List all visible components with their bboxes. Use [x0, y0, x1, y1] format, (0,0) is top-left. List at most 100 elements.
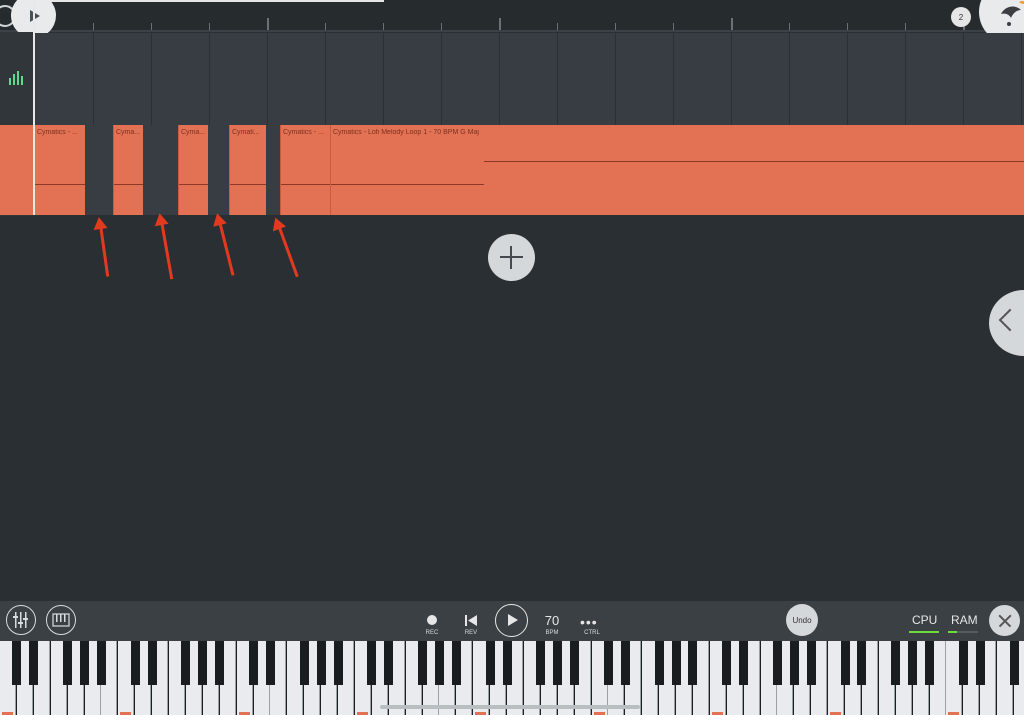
play-icon — [508, 614, 518, 626]
ruler-tick — [731, 18, 733, 30]
ruler-tick — [615, 23, 616, 30]
black-key[interactable] — [181, 641, 191, 685]
playhead[interactable] — [33, 0, 35, 215]
black-key[interactable] — [671, 641, 681, 685]
black-key[interactable] — [198, 641, 208, 685]
black-key[interactable] — [772, 641, 782, 685]
black-key[interactable] — [147, 641, 157, 685]
tempo-value[interactable]: 70 — [540, 613, 564, 628]
audio-clip[interactable]: Cymatics - ... — [34, 125, 86, 215]
mixer-button[interactable] — [6, 605, 36, 635]
play-button[interactable] — [495, 604, 528, 637]
black-key[interactable] — [925, 641, 934, 685]
plus-icon-stroke — [510, 246, 512, 269]
black-key[interactable] — [367, 641, 377, 685]
side-panel-toggle[interactable] — [989, 290, 1024, 356]
close-button[interactable] — [989, 605, 1020, 636]
timeline-ruler[interactable] — [0, 0, 1024, 32]
more-dots-icon[interactable]: ••• — [580, 614, 598, 630]
black-key[interactable] — [958, 641, 968, 685]
black-key[interactable] — [620, 641, 630, 685]
clip-title: Cymatics - Lofi Melody Loop 1 - 70 BPM G… — [333, 129, 479, 136]
black-key[interactable] — [891, 641, 901, 685]
page-badge[interactable]: 2 — [951, 7, 971, 27]
audio-clip[interactable]: Cymatics - Lofi Melody Loop 1 - 70 BPM G… — [330, 125, 1024, 215]
keyboard-scrollbar[interactable] — [380, 705, 640, 709]
audio-clip[interactable]: Cyma... — [113, 125, 144, 215]
clip-waveform-line — [35, 184, 86, 185]
ruler-tick — [673, 23, 674, 30]
clip-waveform-line — [484, 161, 1024, 162]
annotation-arrow — [277, 224, 299, 278]
clip-title: Cyma... — [116, 129, 141, 136]
black-key[interactable] — [1009, 641, 1019, 685]
grid-line — [209, 33, 210, 125]
annotation-arrow — [160, 220, 174, 280]
black-key[interactable] — [654, 641, 664, 685]
black-key[interactable] — [908, 641, 918, 685]
black-key[interactable] — [451, 641, 461, 685]
piano-roll-button[interactable] — [46, 605, 76, 635]
rec-label: REC — [425, 630, 439, 636]
black-key[interactable] — [434, 641, 444, 685]
black-key[interactable] — [12, 641, 22, 685]
undo-button[interactable]: Undo — [786, 604, 818, 636]
black-key[interactable] — [316, 641, 326, 685]
black-key[interactable] — [299, 641, 309, 685]
chevron-left-icon — [998, 308, 1022, 332]
ruler-tick — [557, 23, 558, 30]
cpu-label: CPU — [912, 613, 938, 627]
clip-waveform-line — [230, 184, 267, 185]
black-key[interactable] — [739, 641, 749, 685]
ruler-baseline — [0, 30, 1024, 32]
ruler-tick — [441, 23, 442, 30]
play-icon — [30, 10, 40, 22]
clip-waveform-line — [281, 184, 331, 185]
black-key[interactable] — [603, 641, 613, 685]
black-key[interactable] — [485, 641, 495, 685]
black-key[interactable] — [80, 641, 89, 685]
black-key[interactable] — [840, 641, 850, 685]
level-bars-icon[interactable] — [9, 71, 25, 85]
clip-title: Cymatics - ... — [37, 129, 78, 136]
ruler-tick — [267, 18, 269, 30]
audio-clip[interactable]: Cymati... — [229, 125, 267, 215]
black-key[interactable] — [130, 641, 140, 685]
clip-gap — [85, 125, 113, 215]
record-button[interactable] — [427, 615, 437, 625]
black-key[interactable] — [570, 641, 580, 685]
black-key[interactable] — [857, 641, 867, 685]
black-key[interactable] — [789, 641, 799, 685]
black-key[interactable] — [215, 641, 225, 685]
ruler-tick — [383, 23, 384, 30]
black-key[interactable] — [249, 641, 258, 685]
black-key[interactable] — [502, 641, 512, 685]
black-key[interactable] — [553, 641, 563, 685]
black-key[interactable] — [63, 641, 73, 685]
clip-waveform-line — [331, 184, 484, 185]
black-key[interactable] — [536, 641, 546, 685]
black-key[interactable] — [806, 641, 816, 685]
black-key[interactable] — [722, 641, 732, 685]
grid-line — [383, 33, 384, 125]
audio-clip[interactable]: Cyma... — [178, 125, 209, 215]
piano-track-lane[interactable]: Cymatics - ... Cyma... Cyma... Cymati...… — [0, 125, 1024, 215]
black-key[interactable] — [384, 641, 394, 685]
piano-keyboard[interactable] — [0, 641, 1024, 715]
black-key[interactable] — [265, 641, 275, 685]
clip-waveform-line — [114, 184, 144, 185]
ruler-tick — [151, 23, 152, 30]
add-track-button[interactable] — [488, 234, 535, 281]
black-key[interactable] — [688, 641, 698, 685]
grid-line — [151, 33, 152, 125]
black-key[interactable] — [29, 641, 39, 685]
black-key[interactable] — [96, 641, 106, 685]
automation-track-lane[interactable] — [35, 33, 1024, 125]
black-key[interactable] — [333, 641, 343, 685]
black-key[interactable] — [975, 641, 985, 685]
mixer-sliders-icon — [13, 612, 28, 628]
rewind-icon[interactable] — [465, 615, 477, 626]
black-key[interactable] — [418, 641, 427, 685]
ctrl-label: CTRL — [584, 630, 600, 636]
audio-clip[interactable]: Cymatics - ... — [280, 125, 331, 215]
